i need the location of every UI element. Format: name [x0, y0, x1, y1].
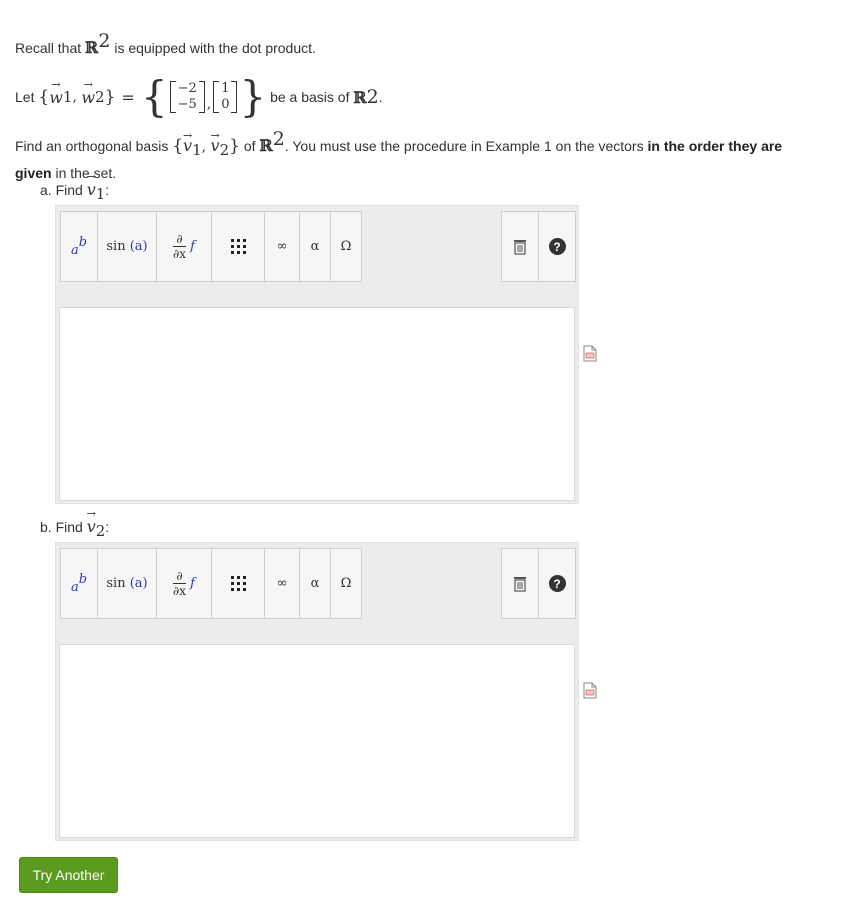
- answer-input-b[interactable]: [59, 644, 575, 838]
- part-a-label: a. Find v1:: [40, 180, 109, 203]
- basis-vector-2: 10: [213, 81, 238, 113]
- help-icon: ?: [548, 238, 566, 255]
- clear-button[interactable]: [501, 211, 539, 282]
- task-instructions: Find an orthogonal basis {v1, v2} of ℝ2.…: [15, 128, 835, 185]
- infinity-button[interactable]: ∞: [264, 548, 300, 619]
- trash-icon: [514, 239, 526, 255]
- alpha-button[interactable]: α: [299, 548, 331, 619]
- power-button[interactable]: ab: [60, 211, 98, 282]
- trash-icon: [514, 576, 526, 592]
- infinity-button[interactable]: ∞: [264, 211, 300, 282]
- help-button[interactable]: ?: [538, 548, 576, 619]
- answer-input-a[interactable]: [59, 307, 575, 501]
- matrix-icon: [230, 239, 246, 254]
- help-button[interactable]: ?: [538, 211, 576, 282]
- matrix-button[interactable]: [211, 548, 265, 619]
- sin-button[interactable]: sin (a): [97, 548, 157, 619]
- math-editor-b: ab sin (a) ∂ ∂x f ∞ α Ω ?: [55, 542, 579, 841]
- math-editor-a: ab sin (a) ∂ ∂x f ∞ α Ω ?: [55, 205, 579, 504]
- derivative-button[interactable]: ∂ ∂x f: [156, 548, 212, 619]
- help-icon: ?: [548, 575, 566, 592]
- sin-button[interactable]: sin (a): [97, 211, 157, 282]
- intro-text: Recall that ℝ2 is equipped with the dot …: [15, 30, 316, 57]
- editor-toolbar: ab sin (a) ∂ ∂x f ∞ α Ω: [60, 211, 362, 282]
- try-another-button[interactable]: Try Another: [19, 857, 118, 893]
- document-icon[interactable]: [583, 682, 597, 699]
- matrix-icon: [230, 576, 246, 591]
- editor-toolbar: ab sin (a) ∂ ∂x f ∞ α Ω: [60, 548, 362, 619]
- derivative-button[interactable]: ∂ ∂x f: [156, 211, 212, 282]
- basis-statement: Let { w1, w2 } = { −2−5 , 10 } be a basi…: [15, 74, 383, 120]
- document-icon[interactable]: [583, 345, 597, 362]
- omega-button[interactable]: Ω: [330, 211, 362, 282]
- alpha-button[interactable]: α: [299, 211, 331, 282]
- power-button[interactable]: ab: [60, 548, 98, 619]
- basis-vector-1: −2 −5: [169, 81, 205, 113]
- omega-button[interactable]: Ω: [330, 548, 362, 619]
- part-b-label: b. Find v2:: [40, 517, 109, 540]
- clear-button[interactable]: [501, 548, 539, 619]
- matrix-button[interactable]: [211, 211, 265, 282]
